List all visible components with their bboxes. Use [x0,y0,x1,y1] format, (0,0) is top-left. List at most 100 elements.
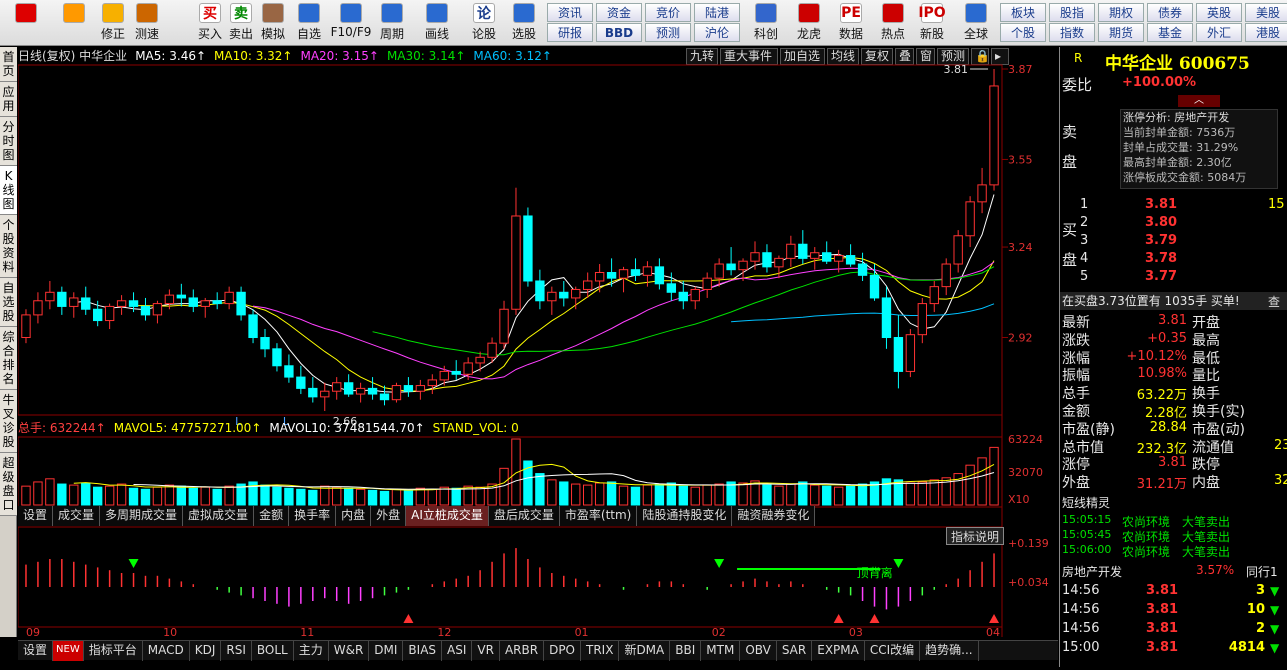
limit-up-line: 当前封单金额: 7536万 [1123,126,1236,139]
toolbar-grid3-button[interactable]: 期权 [1098,3,1144,22]
indicator-help-button[interactable]: 指标说明 [946,527,1005,545]
left-tab-1[interactable]: 应用 [0,82,17,117]
indicator-tab-2[interactable]: 指标平台 [84,641,143,661]
x-month-label: 03 [849,626,863,637]
toolbar-grid2-button[interactable]: 沪伦 [694,23,740,42]
left-tab-3[interactable]: K线图 [0,166,17,215]
volume-bar [559,481,569,506]
toolbar-dragon-tiger-button[interactable]: 龙虎 [790,3,828,44]
volume-tab-4[interactable]: 金额 [254,506,290,526]
volume-tab-6[interactable]: 内盘 [336,506,372,526]
left-tab-7[interactable]: 牛叉诊股 [0,390,17,453]
left-tab-5[interactable]: 自选股 [0,278,17,327]
toolbar-grid3-button[interactable]: 股指 [1049,3,1095,22]
indicator-tab-3[interactable]: MACD [143,641,190,661]
indicator-tab-14[interactable]: DPO [544,641,581,661]
indicator-tab-21[interactable]: EXPMA [812,641,865,661]
toolbar-period-button[interactable]: 周期 [373,3,411,44]
indicator-tab-18[interactable]: MTM [701,641,741,661]
toolbar-grid4-button[interactable]: 港股 [1245,23,1287,42]
toolbar-clock-button[interactable]: 测速 [128,3,166,44]
volume-tab-3[interactable]: 虚拟成交量 [183,506,255,526]
toolbar-grid2-button[interactable]: 研报 [547,23,593,42]
indicator-tab-22[interactable]: CCI改编 [865,641,921,661]
indicator-tab-6[interactable]: BOLL [252,641,294,661]
indicator-tab-1[interactable]: NEW [53,641,84,661]
indicator-tab-10[interactable]: BIAS [403,641,443,661]
toolbar-grid2-button[interactable]: BBD [596,23,642,42]
indicator-tab-17[interactable]: BBI [670,641,702,661]
toolbar-ipo-button[interactable]: IPO 新股 [913,3,951,44]
volume-bar [702,484,712,506]
volume-tab-7[interactable]: 外盘 [371,506,407,526]
indicator-tab-23[interactable]: 趋势确... [920,641,979,661]
indicator-tab-0[interactable]: 设置 [18,641,54,661]
indicator-tab-11[interactable]: ASI [442,641,473,661]
indicator-tab-7[interactable]: 主力 [294,641,329,661]
indicator-tab-5[interactable]: RSI [221,641,252,661]
candle-body [798,243,808,259]
toolbar-grid4-button[interactable]: 外汇 [1196,23,1242,42]
collapse-button[interactable]: ︿ [1178,95,1220,107]
volume-tab-8[interactable]: AI立桩成交量 [406,506,489,526]
dragon-tiger-icon [798,3,820,23]
left-tab-0[interactable]: 首页 [0,47,17,82]
volume-tab-2[interactable]: 多周期成交量 [100,506,184,526]
toolbar-grid4-button[interactable]: 期货 [1098,23,1144,42]
volume-tab-1[interactable]: 成交量 [53,506,101,526]
volume-tab-10[interactable]: 市盈率(ttm) [559,506,638,526]
left-tab-8[interactable]: 超级盘口 [0,453,17,516]
volume-tab-5[interactable]: 换手率 [289,506,337,526]
volume-tab-9[interactable]: 盘后成交量 [488,506,560,526]
volume-tab-0[interactable]: 设置 [18,506,54,526]
volume-tab-11[interactable]: 陆股通持股变化 [637,506,733,526]
toolbar-select-stock-button[interactable]: 选股 [505,3,543,44]
candle-body [355,387,366,395]
volume-bar [21,485,31,506]
chart-canvas[interactable]: 3.873.553.242.923.812.66L L6322432070X10+… [18,47,1058,637]
toolbar-watchlist-button[interactable]: 自选 [290,3,328,44]
toolbar-grid4-button[interactable]: 基金 [1147,23,1193,42]
indicator-tab-4[interactable]: KDJ [190,641,222,661]
toolbar-grid4-button[interactable]: 指数 [1049,23,1095,42]
toolbar-hotspot-button[interactable]: 热点 [874,3,912,44]
indicator-tab-12[interactable]: VR [472,641,500,661]
toolbar-grid1-button[interactable]: 陆港 [694,3,740,22]
sector-name[interactable]: 房地产开发 [1062,563,1122,580]
indicator-tab-13[interactable]: ARBR [500,641,545,661]
indicator-tab-16[interactable]: 新DMA [619,641,671,661]
left-tab-4[interactable]: 个股资料 [0,215,17,278]
volume-tab-12[interactable]: 融资融券变化 [732,506,816,526]
toolbar-windows-button[interactable] [6,3,46,44]
left-tab-2[interactable]: 分时图 [0,117,17,166]
indicator-tab-8[interactable]: W&R [329,641,370,661]
indicator-tab-19[interactable]: OBV [740,641,777,661]
toolbar-grid3-button[interactable]: 英股 [1196,3,1242,22]
left-tab-6[interactable]: 综合排名 [0,327,17,390]
toolbar-f10-button[interactable]: F10/F9 [331,3,371,44]
toolbar-back-arrow-button[interactable] [54,3,94,44]
toolbar-grid3-button[interactable]: 债券 [1147,3,1193,22]
toolbar-grid4-button[interactable]: 个股 [1000,23,1046,42]
toolbar-grid3-button[interactable]: 板块 [1000,3,1046,22]
toolbar-grid3-button[interactable]: 美股 [1245,3,1287,22]
toolbar-lightbulb-button[interactable]: 修正 [94,3,132,44]
toolbar-kechuang-button[interactable]: 科创 [747,3,785,44]
indicator-tab-9[interactable]: DMI [369,641,404,661]
toolbar-data-button[interactable]: PE 数据 [832,3,870,44]
tick-price: 3.81 [1146,583,1179,598]
toolbar-hammer-button[interactable]: 模拟 [254,3,292,44]
candle-body [439,370,449,381]
toolbar-grid1-button[interactable]: 资金 [596,3,642,22]
toolbar-grid1-button[interactable]: 竞价 [645,3,691,22]
indicator-tab-20[interactable]: SAR [777,641,813,661]
toolbar-grid1-button[interactable]: 资讯 [547,3,593,22]
toolbar-grid2-button[interactable]: 预测 [645,23,691,42]
indicator-tab-15[interactable]: TRIX [581,641,620,661]
toolbar-pencil-button[interactable]: 画线 [418,3,456,44]
sprite-stock[interactable]: 农尚环境 [1122,543,1170,560]
toolbar-globe-button[interactable]: 全球 [957,3,995,44]
candle-body [427,379,438,387]
buy-alert-button[interactable]: 查 [1268,293,1280,310]
toolbar-discuss-button[interactable]: 论论股 [465,3,503,44]
